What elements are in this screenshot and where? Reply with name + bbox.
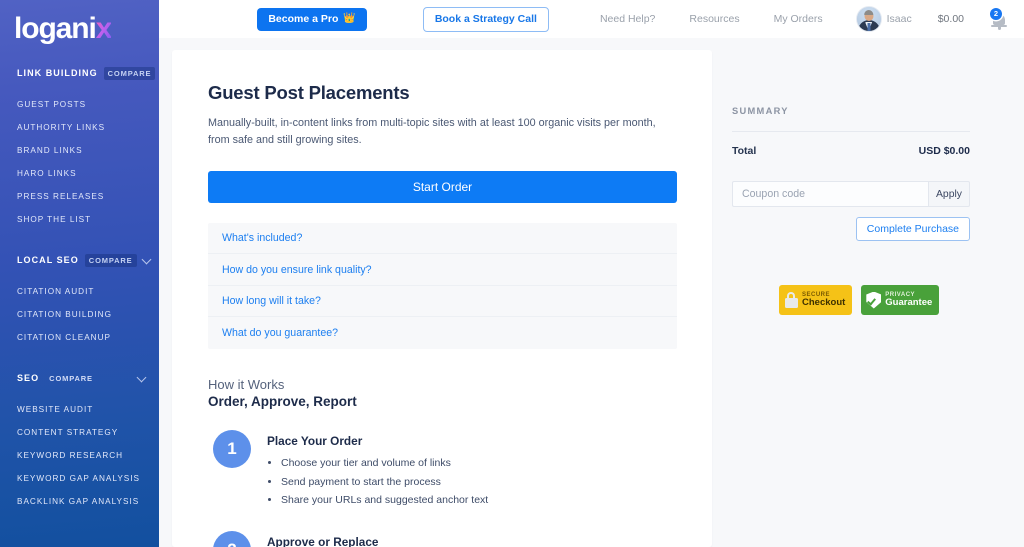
sidebar-item-citation-audit[interactable]: CITATION AUDIT [0, 280, 159, 303]
coupon-input[interactable] [732, 181, 928, 207]
sidebar-item-shop-the-list[interactable]: SHOP THE LIST [0, 208, 159, 231]
step-bullet: Share your URLs and suggested anchor tex… [281, 491, 488, 510]
sidebar-item-content-strategy[interactable]: CONTENT STRATEGY [0, 421, 159, 444]
faq-item-guarantee[interactable]: What do you guarantee? [208, 317, 677, 349]
shield-check-icon [866, 291, 882, 309]
sidebar-item-brand-links[interactable]: BRAND LINKS [0, 139, 159, 162]
trust-badges: SECURE Checkout PRIVACY Guarantee [732, 285, 970, 315]
sidebar-item-keyword-gap-analysis[interactable]: KEYWORD GAP ANALYSIS [0, 467, 159, 490]
need-help-link[interactable]: Need Help? [600, 13, 655, 25]
step-2: 2 Approve or Replace [208, 531, 680, 547]
become-a-pro-button[interactable]: Become a Pro 👑 [257, 7, 367, 31]
sidebar-item-haro-links[interactable]: HARO LINKS [0, 162, 159, 185]
step-number: 1 [213, 429, 251, 468]
summary-total-value: USD $0.00 [918, 145, 970, 157]
faq-item-link-quality[interactable]: How do you ensure link quality? [208, 254, 677, 286]
user-menu[interactable]: Isaac [856, 7, 912, 31]
sidebar-item-authority-links[interactable]: AUTHORITY LINKS [0, 116, 159, 139]
summary-total-row: Total USD $0.00 [732, 145, 970, 157]
summary-heading: SUMMARY [732, 106, 789, 116]
sidebar: loganix LINK BUILDING COMPARE GUEST POST… [0, 0, 159, 547]
my-orders-link[interactable]: My Orders [774, 13, 823, 25]
step-bullets: Choose your tier and volume of links Sen… [281, 454, 488, 510]
faq-question: What's included? [222, 232, 303, 245]
faq-item-how-long[interactable]: How long will it take? [208, 286, 677, 318]
sidebar-item-guest-posts[interactable]: GUEST POSTS [0, 93, 159, 116]
notification-badge: 2 [990, 8, 1002, 20]
compare-badge[interactable]: COMPARE [84, 253, 137, 267]
user-name: Isaac [886, 13, 912, 25]
sidebar-item-keyword-research[interactable]: KEYWORD RESEARCH [0, 444, 159, 467]
logo[interactable]: loganix [0, 0, 159, 44]
faq-item-whats-included[interactable]: What's included? [208, 223, 677, 255]
secure-checkout-badge: SECURE Checkout [779, 285, 853, 315]
sidebar-item-backlink-gap-analysis[interactable]: BACKLINK GAP ANALYSIS [0, 490, 159, 513]
sidebar-item-website-audit[interactable]: WEBSITE AUDIT [0, 398, 159, 421]
sidebar-group-title: LOCAL SEO [17, 255, 79, 265]
badge-line2: Checkout [802, 297, 846, 309]
privacy-guarantee-badge: PRIVACY Guarantee [861, 285, 940, 315]
step-1: 1 Place Your Order Choose your tier and … [208, 429, 680, 510]
padlock-icon [784, 291, 798, 309]
resources-link[interactable]: Resources [689, 13, 739, 25]
chevron-down-icon[interactable] [138, 374, 147, 383]
sidebar-group-local-seo[interactable]: LOCAL SEO COMPARE [0, 249, 159, 271]
step-number: 2 [213, 531, 251, 547]
step-title: Place Your Order [267, 433, 363, 448]
sidebar-item-citation-cleanup[interactable]: CITATION CLEANUP [0, 326, 159, 349]
logo-text: logani [14, 12, 97, 45]
sidebar-items-link-building: GUEST POSTS AUTHORITY LINKS BRAND LINKS … [0, 93, 159, 231]
faq-list: What's included? How do you ensure link … [208, 222, 677, 349]
book-strategy-call-button[interactable]: Book a Strategy Call [422, 6, 549, 32]
logo-accent-x: x [95, 12, 113, 45]
notifications-button[interactable]: 2 [990, 8, 1010, 30]
faq-question: What do you guarantee? [222, 327, 339, 340]
page-title: Guest Post Placements [208, 82, 410, 103]
sidebar-item-citation-building[interactable]: CITATION BUILDING [0, 303, 159, 326]
step-bullet: Send payment to start the process [281, 473, 488, 492]
compare-badge[interactable]: COMPARE [45, 372, 97, 385]
badge-line2: Guarantee [885, 297, 933, 309]
sidebar-items-local-seo: CITATION AUDIT CITATION BUILDING CITATIO… [0, 280, 159, 349]
app-root: loganix LINK BUILDING COMPARE GUEST POST… [0, 0, 1024, 547]
page-description: Manually-built, in-content links from mu… [208, 117, 656, 147]
avatar [856, 7, 881, 31]
page-body: Guest Post Placements Manually-built, in… [159, 38, 1024, 547]
content-card: Guest Post Placements Manually-built, in… [172, 50, 712, 547]
sidebar-items-seo: WEBSITE AUDIT CONTENT STRATEGY KEYWORD R… [0, 398, 159, 513]
main-column: Become a Pro 👑 Book a Strategy Call Need… [159, 0, 1024, 547]
sidebar-item-press-releases[interactable]: PRESS RELEASES [0, 185, 159, 208]
step-bullet: Choose your tier and volume of links [281, 454, 488, 473]
step-title: Approve or Replace [267, 535, 379, 547]
sidebar-group-title: SEO [17, 373, 40, 383]
start-order-button[interactable]: Start Order [208, 170, 677, 203]
summary-total-label: Total [732, 145, 757, 157]
complete-purchase-button[interactable]: Complete Purchase [855, 217, 970, 241]
sidebar-group-title: LINK BUILDING [17, 68, 98, 78]
how-it-works-label: How it Works [208, 376, 285, 392]
compare-badge[interactable]: COMPARE [103, 66, 156, 80]
how-it-works-title: Order, Approve, Report [208, 393, 357, 409]
summary-panel: SUMMARY Total USD $0.00 Apply Complete P… [732, 50, 970, 547]
faq-question: How do you ensure link quality? [222, 263, 372, 276]
account-balance: $0.00 [937, 13, 964, 25]
sidebar-group-link-building[interactable]: LINK BUILDING COMPARE [0, 62, 159, 84]
summary-divider [732, 131, 970, 132]
faq-question: How long will it take? [222, 295, 321, 308]
coupon-row: Apply [732, 181, 970, 207]
chevron-down-icon[interactable] [143, 256, 152, 265]
crown-icon: 👑 [343, 13, 356, 24]
top-header: Become a Pro 👑 Book a Strategy Call Need… [159, 0, 1024, 38]
apply-coupon-button[interactable]: Apply [928, 181, 970, 207]
become-a-pro-label: Become a Pro [268, 13, 339, 25]
sidebar-group-seo[interactable]: SEO COMPARE [0, 367, 159, 389]
